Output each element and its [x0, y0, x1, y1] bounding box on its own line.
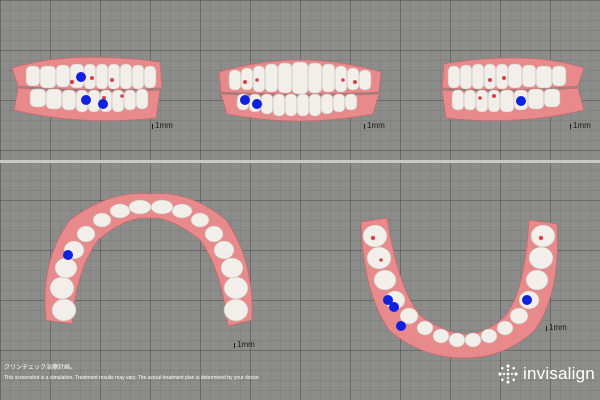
attachment-marker	[522, 295, 532, 305]
scale-label: 1mm	[549, 323, 567, 332]
simulation-disclaimer: This screenshot is a simulation. Treatme…	[4, 375, 261, 381]
attachment-marker	[76, 72, 86, 82]
scale-tick-icon	[570, 124, 571, 129]
scale-tick-icon	[364, 124, 365, 129]
right-buccal-view[interactable]	[10, 52, 170, 128]
invisalign-logo: invisalign	[497, 361, 600, 387]
attachment-marker	[383, 295, 393, 305]
mandibular-occlusal-view[interactable]	[355, 212, 565, 360]
attachment-marker	[240, 95, 250, 105]
scale-label: 1mm	[573, 121, 591, 130]
attachment-marker	[516, 96, 526, 106]
scale-marker-right-buccal: 1mm	[152, 121, 173, 130]
left-buccal-view[interactable]	[438, 52, 588, 128]
scale-label: 1mm	[367, 121, 385, 130]
maxillary-occlusal-view[interactable]	[40, 190, 260, 338]
attachment-marker	[396, 321, 406, 331]
attachment-marker	[81, 95, 91, 105]
scale-marker-mandibular: 1mm	[546, 323, 567, 332]
invisalign-star-icon	[498, 364, 518, 384]
scale-label: 1mm	[237, 340, 255, 349]
scale-marker-anterior: 1mm	[364, 121, 385, 130]
attachment-marker	[63, 250, 73, 260]
scale-label: 1mm	[155, 121, 173, 130]
view-row-divider	[0, 160, 600, 163]
scale-tick-icon	[546, 326, 547, 331]
scale-tick-icon	[152, 124, 153, 129]
attachment-marker	[252, 99, 262, 109]
treatment-plan-title: クリンチェック治療計画。	[4, 365, 77, 371]
footer: クリンチェック治療計画。 This screenshot is a simula…	[4, 363, 424, 383]
scale-tick-icon	[234, 343, 235, 348]
scale-marker-maxillary: 1mm	[234, 340, 255, 349]
brand-name: invisalign	[523, 364, 595, 383]
attachment-marker	[98, 99, 108, 109]
anterior-view[interactable]	[215, 52, 385, 128]
scale-marker-left-buccal: 1mm	[570, 121, 591, 130]
